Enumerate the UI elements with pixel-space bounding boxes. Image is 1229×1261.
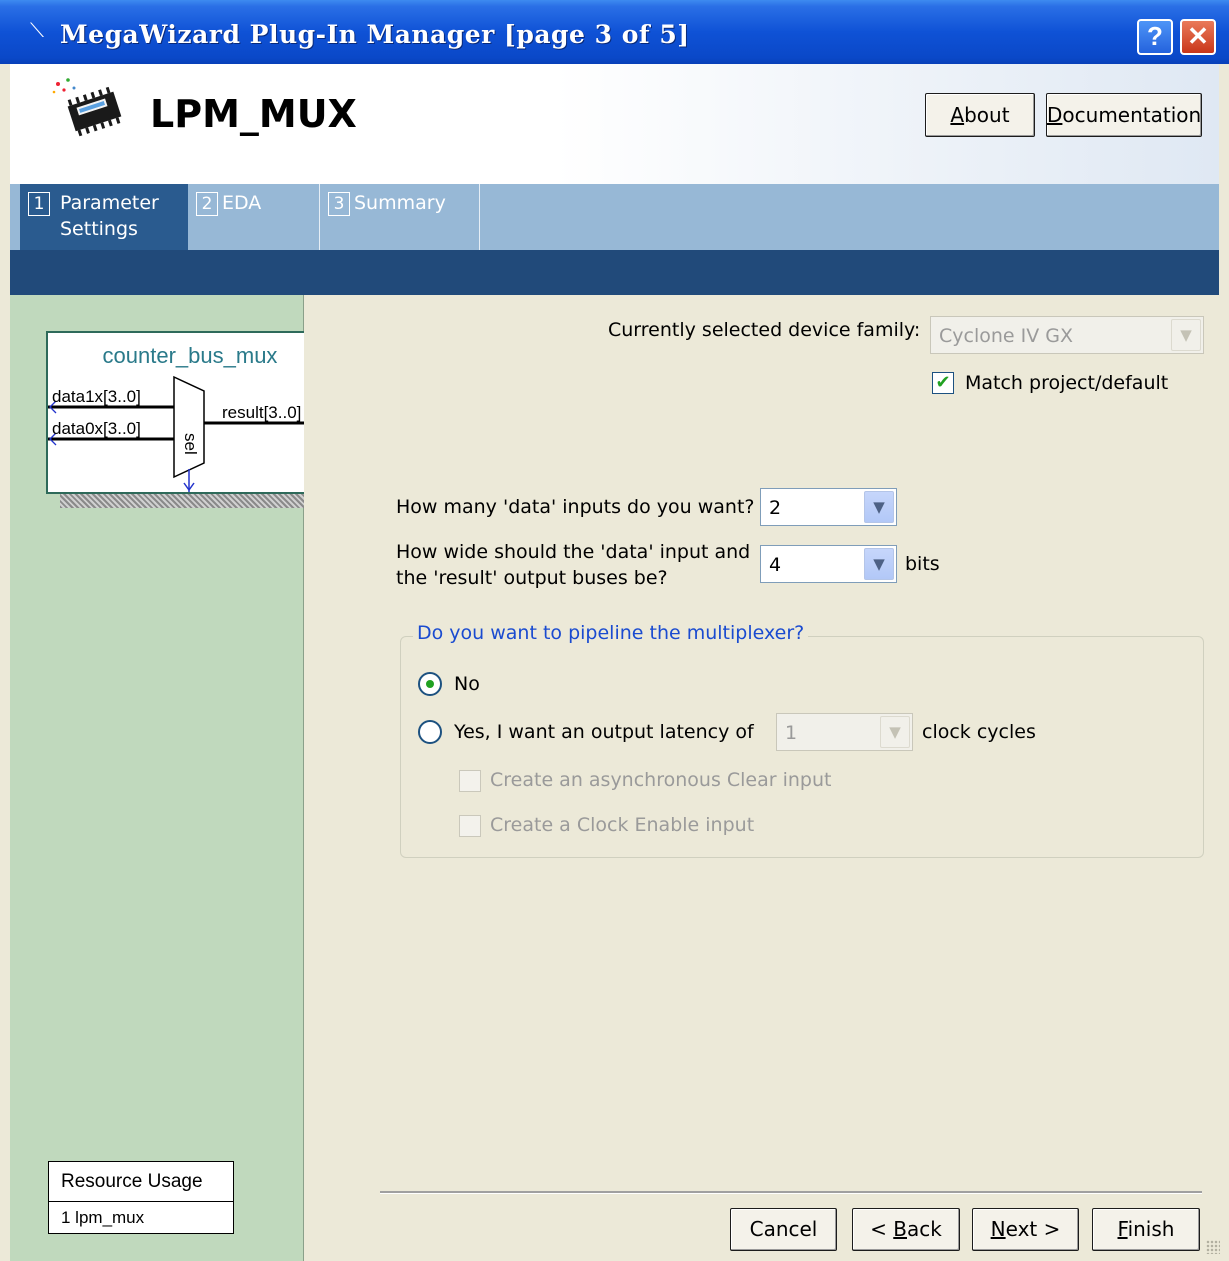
chevron-down-icon: ▼ <box>880 716 910 748</box>
tab-number: 1 <box>28 192 50 216</box>
app-icon: ⟍ <box>30 18 44 42</box>
clock-enable-label: Create a Clock Enable input <box>490 814 755 836</box>
about-mnemonic: A <box>950 103 965 127</box>
footer-separator <box>380 1191 1202 1194</box>
back-prefix: < <box>870 1217 894 1241</box>
next-mnemonic: N <box>990 1217 1006 1241</box>
tab-label-line1: Parameter <box>60 192 159 214</box>
close-icon: ✕ <box>1187 21 1209 51</box>
port-result: result[3..0] <box>222 403 302 422</box>
tab-label-line2: Settings <box>60 218 138 240</box>
device-family-label: Currently selected device family: <box>608 319 921 341</box>
tab-number: 2 <box>196 192 218 216</box>
chevron-down-icon: ▼ <box>864 548 894 580</box>
bus-width-unit: bits <box>905 553 940 575</box>
resource-usage-row: 1 lpm_mux <box>61 1208 145 1227</box>
cancel-button[interactable]: Cancel <box>730 1208 837 1251</box>
finish-rest: inish <box>1127 1217 1175 1241</box>
about-rest: bout <box>964 103 1010 127</box>
title-bar[interactable]: ⟍ MegaWizard Plug-In Manager [page 3 of … <box>0 0 1229 64</box>
tab-strip: 1 Parameter Settings 2 EDA 3 Summary <box>10 184 1219 250</box>
pipeline-yes-label: Yes, I want an output latency of <box>454 721 754 743</box>
next-button[interactable]: Next > <box>972 1208 1079 1251</box>
async-clear-label: Create an asynchronous Clear input <box>490 769 832 791</box>
doc-mnemonic: D <box>1047 103 1063 127</box>
bus-width-value: 4 <box>769 554 782 576</box>
data-inputs-value: 2 <box>769 497 782 519</box>
match-project-checkbox[interactable]: ✔ <box>932 372 954 394</box>
about-button[interactable]: About <box>925 93 1035 137</box>
close-button[interactable]: ✕ <box>1180 19 1216 55</box>
doc-rest: ocumentation <box>1062 103 1202 127</box>
pipeline-yes-radio[interactable] <box>418 720 442 744</box>
radio-selected-dot <box>426 680 434 688</box>
device-family-select[interactable]: Cyclone IV GX ▼ <box>930 316 1204 354</box>
clock-enable-checkbox[interactable] <box>459 815 481 837</box>
tab-label: Summary <box>354 192 446 214</box>
latency-select[interactable]: 1 ▼ <box>776 713 913 751</box>
bus-width-label-1: How wide should the 'data' input and <box>396 541 751 563</box>
tab-eda[interactable]: 2 EDA <box>188 184 320 250</box>
chevron-down-icon: ▼ <box>864 491 894 523</box>
latency-value: 1 <box>785 722 798 744</box>
async-clear-checkbox[interactable] <box>459 770 481 792</box>
bus-width-select[interactable]: 4 ▼ <box>760 545 897 583</box>
tab-number: 3 <box>328 192 350 216</box>
tab-label: Parameter Settings <box>60 190 159 242</box>
product-name: LPM_MUX <box>150 92 357 136</box>
data-inputs-label: How many 'data' inputs do you want? <box>396 496 755 518</box>
chip-wand-icon <box>52 78 122 137</box>
finish-mnemonic: F <box>1117 1217 1128 1241</box>
help-button[interactable]: ? <box>1137 19 1173 55</box>
next-rest: ext > <box>1005 1217 1061 1241</box>
port-sel: sel <box>181 433 200 455</box>
resource-usage-table: Resource Usage 1 lpm_mux <box>48 1161 234 1234</box>
data-inputs-select[interactable]: 2 ▼ <box>760 488 897 526</box>
tab-parameter-settings[interactable]: 1 Parameter Settings <box>20 184 188 250</box>
tab-underbar <box>10 250 1219 295</box>
match-project-label: Match project/default <box>965 372 1169 394</box>
port-data1x: data1x[3..0] <box>52 387 141 406</box>
wizard-header: LPM_MUX About Documentation <box>10 64 1219 184</box>
help-icon: ? <box>1147 21 1163 51</box>
back-rest: ack <box>907 1217 942 1241</box>
resource-usage-header: Resource Usage <box>49 1162 233 1202</box>
left-panel: counter_bus_mux data1x[3..0] data0x[3..0… <box>10 295 350 1261</box>
pipeline-group: Do you want to pipeline the multiplexer?… <box>400 622 1204 858</box>
resize-grip[interactable] <box>1206 1240 1220 1254</box>
pipeline-group-title: Do you want to pipeline the multiplexer? <box>413 622 809 644</box>
main-panel: Currently selected device family: Cyclon… <box>304 295 1219 1261</box>
back-button[interactable]: < Back <box>852 1208 960 1251</box>
window-title: MegaWizard Plug-In Manager [page 3 of 5] <box>60 20 690 49</box>
megawizard-window: ⟍ MegaWizard Plug-In Manager [page 3 of … <box>0 0 1229 1261</box>
device-family-value: Cyclone IV GX <box>939 325 1074 347</box>
pipeline-no-radio[interactable] <box>418 672 442 696</box>
bus-width-label-2: the 'result' output buses be? <box>396 567 668 589</box>
finish-button[interactable]: Finish <box>1092 1208 1200 1251</box>
port-data0x: data0x[3..0] <box>52 419 141 438</box>
chevron-down-icon: ▼ <box>1171 319 1201 351</box>
latency-unit: clock cycles <box>922 721 1036 743</box>
symbol-preview: counter_bus_mux data1x[3..0] data0x[3..0… <box>46 331 334 494</box>
pipeline-no-label: No <box>454 673 480 695</box>
documentation-button[interactable]: Documentation <box>1046 93 1202 137</box>
tab-label: EDA <box>222 192 262 214</box>
tab-summary[interactable]: 3 Summary <box>320 184 480 250</box>
back-mnemonic: B <box>893 1217 907 1241</box>
